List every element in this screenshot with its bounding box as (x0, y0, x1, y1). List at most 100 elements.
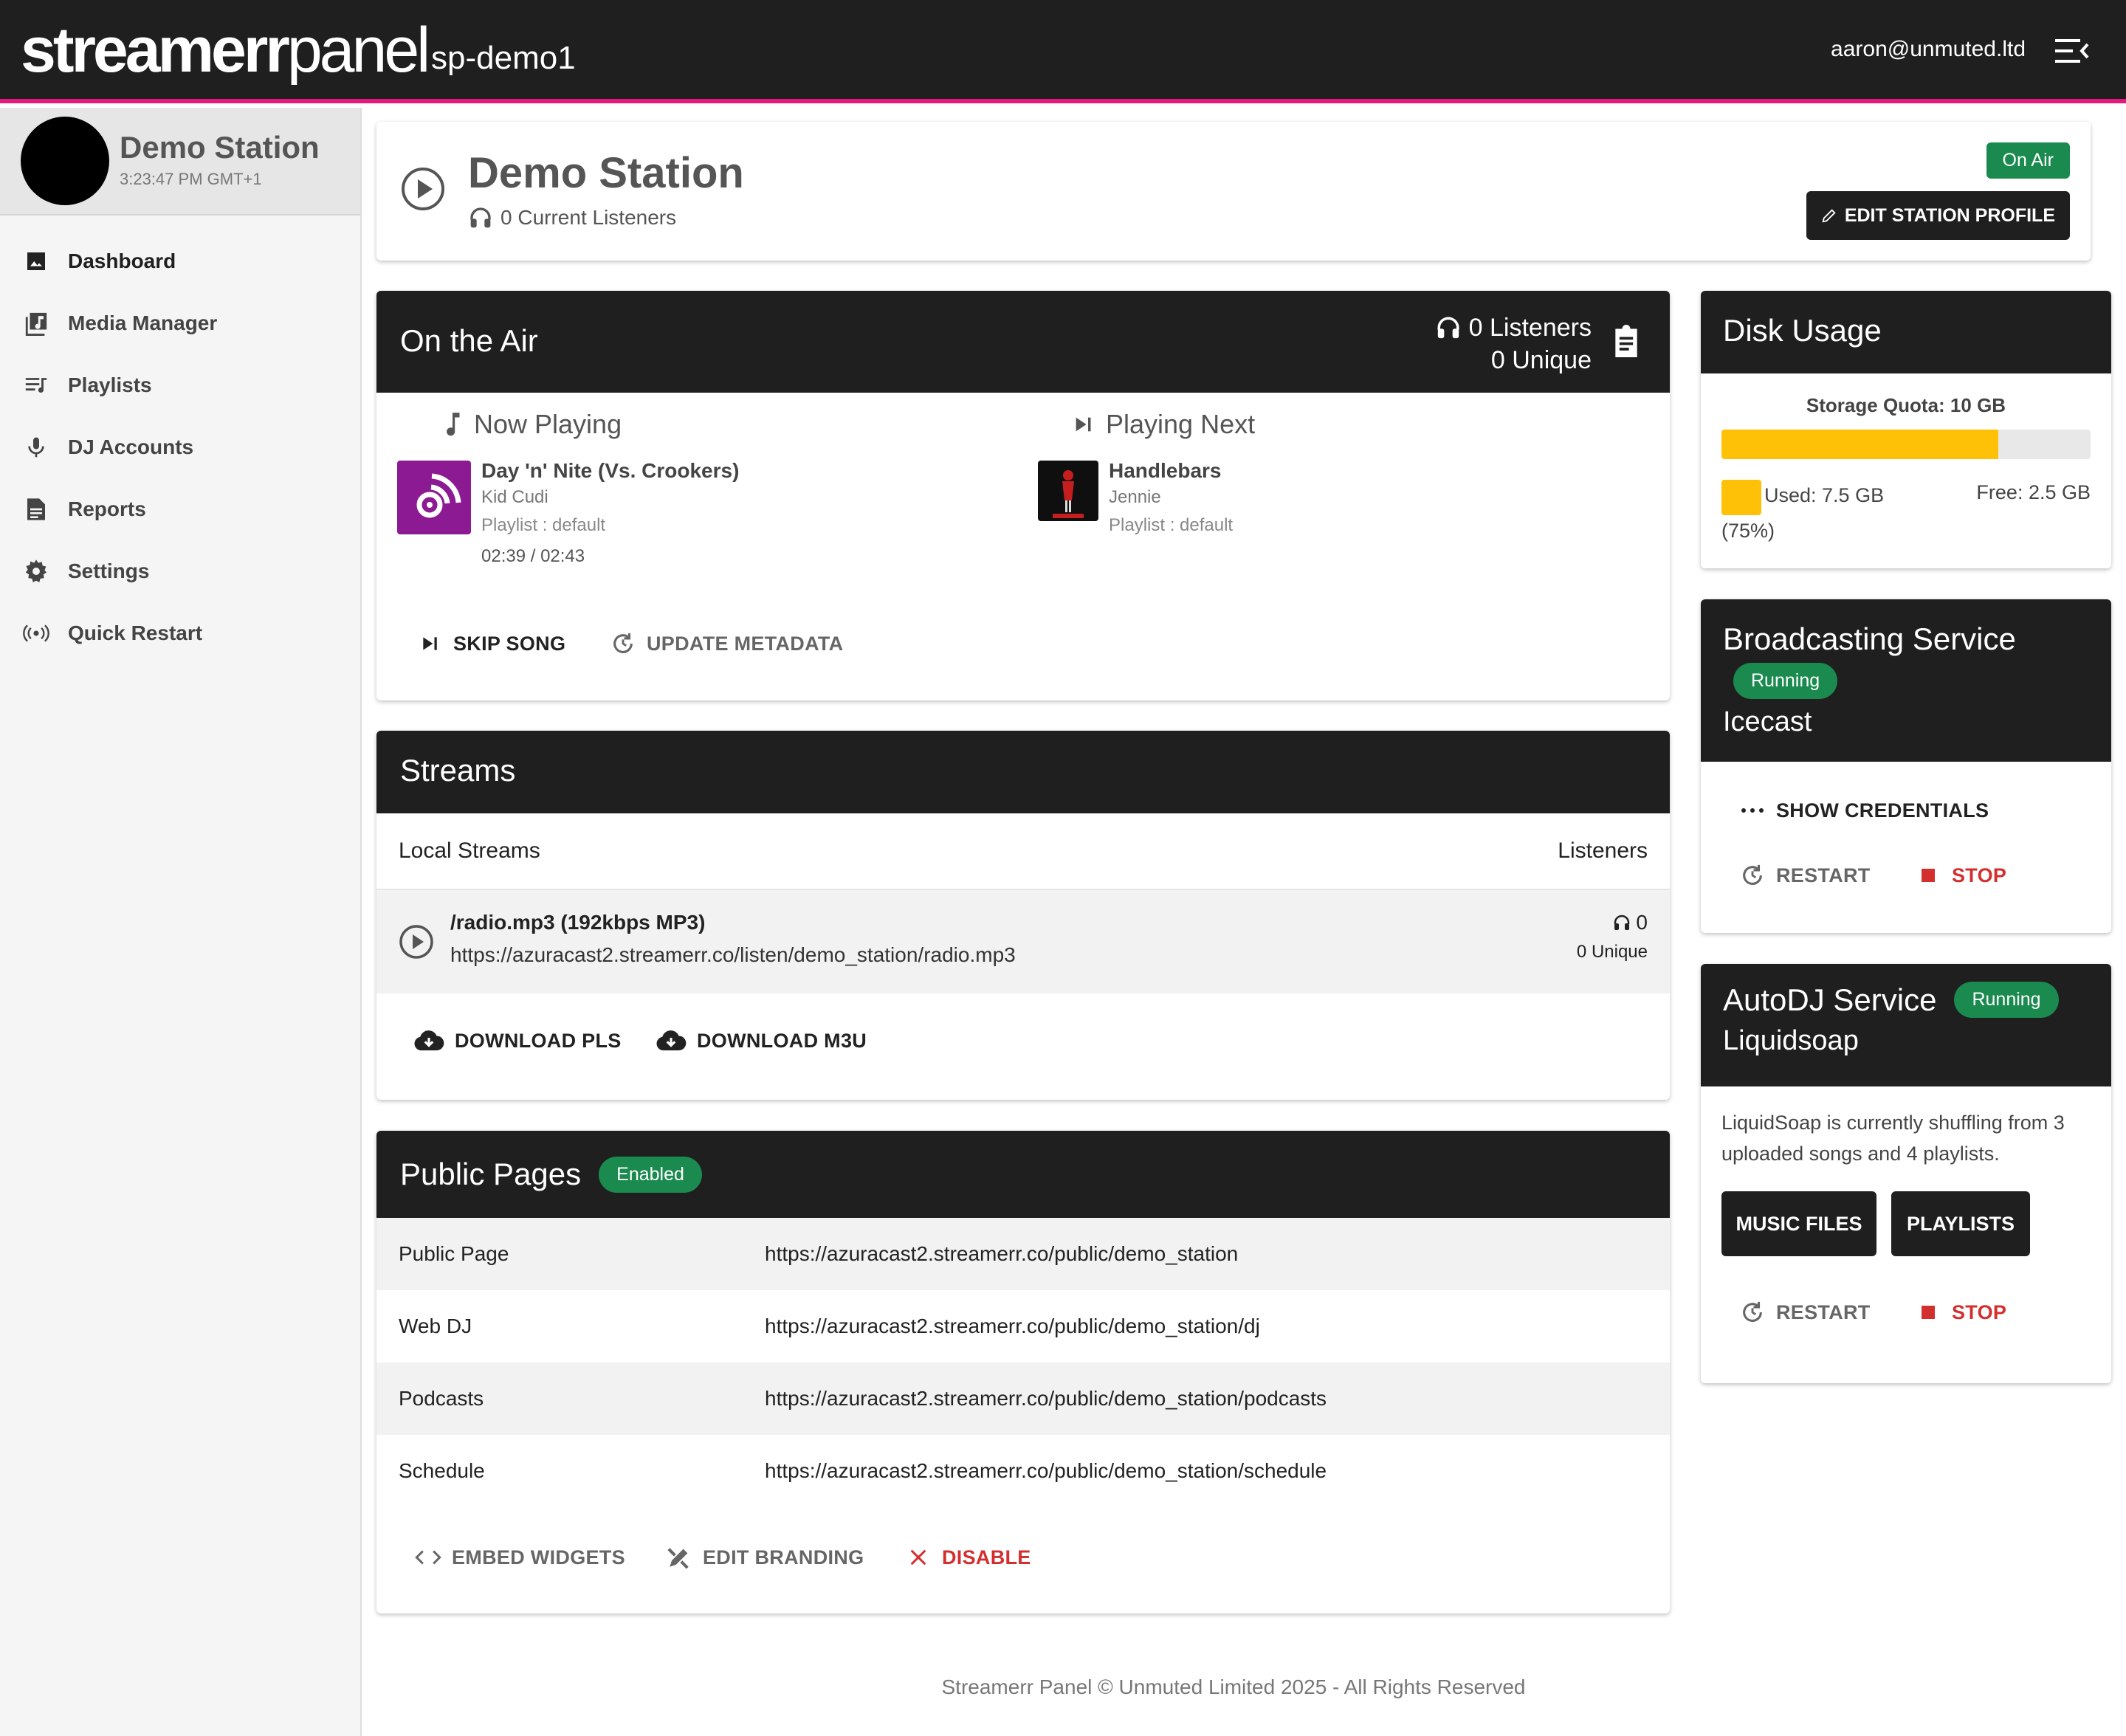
streams-subheader: Local Streams Listeners (376, 813, 1670, 890)
disk-usage-header: Disk Usage (1701, 291, 2111, 373)
on-air-badge: On Air (1986, 142, 2070, 179)
playlist-icon (22, 371, 50, 399)
download-m3u-label: DOWNLOAD M3U (697, 1029, 867, 1052)
broadcast-stop-button[interactable]: STOP (1915, 862, 2006, 889)
music-files-button[interactable]: MUSIC FILES (1721, 1191, 1876, 1256)
sidebar-item-label: Dashboard (68, 249, 176, 272)
edit-branding-button[interactable]: EDIT BRANDING (666, 1544, 864, 1571)
restart-label: RESTART (1776, 864, 1871, 886)
sidebar-item-label: Reports (68, 497, 146, 520)
cloud-download-icon (413, 1027, 444, 1054)
public-page-label: Public Page (399, 1242, 509, 1265)
brand-logo[interactable]: streamerrpanel (21, 13, 430, 87)
sidebar-item-quick-restart[interactable]: Quick Restart (0, 602, 360, 664)
playing-next-playlist: Playlist : default (1109, 515, 1234, 535)
broadcast-restart-button[interactable]: RESTART (1739, 862, 1871, 889)
play-icon[interactable] (399, 924, 434, 960)
schedule-url[interactable]: https://azuracast2.streamerr.co/public/d… (765, 1459, 1327, 1483)
sidebar-item-label: Settings (68, 559, 150, 582)
autodj-stop-button[interactable]: STOP (1915, 1299, 2006, 1326)
restart-icon (1739, 1299, 1766, 1326)
sidebar-item-dashboard[interactable]: Dashboard (0, 230, 360, 292)
free-storage: Free: 2.5 GB (1976, 481, 2091, 503)
broadcasting-service-card: Broadcasting Service Running Icecast SHO… (1701, 599, 2111, 933)
restart-label: RESTART (1776, 1301, 1871, 1323)
autodj-engine-name: Liquidsoap (1723, 1025, 1859, 1056)
download-pls-button[interactable]: DOWNLOAD PLS (413, 1027, 622, 1054)
sidebar-station-name: Demo Station (120, 130, 320, 165)
now-playing-album-art (397, 461, 471, 534)
playing-next-title: Handlebars (1109, 459, 1222, 482)
broadcast-server-name: Icecast (1723, 706, 1812, 737)
menu-collapse-icon[interactable] (2055, 37, 2089, 65)
now-playing-artist: Kid Cudi (481, 487, 548, 507)
now-playing-section: Now Playing (443, 409, 622, 440)
now-playing-info: Day 'n' Nite (Vs. Crookers) Kid Cudi Pla… (481, 459, 739, 567)
podcast-icon (416, 473, 461, 518)
status-badge: Enabled (599, 1156, 702, 1193)
download-pls-label: DOWNLOAD PLS (455, 1029, 622, 1052)
broadcast-icon (22, 619, 50, 647)
autodj-service-title: AutoDJ Service (1723, 982, 1937, 1017)
used-legend-swatch (1721, 480, 1761, 515)
podcasts-label: Podcasts (399, 1387, 484, 1410)
on-the-air-header: On the Air 0 Listeners 0 Unique (376, 291, 1670, 393)
music-note-icon (447, 413, 460, 436)
now-playing-label: Now Playing (443, 409, 622, 440)
current-listeners-text: 0 Current Listeners (500, 206, 677, 229)
play-icon[interactable] (400, 166, 446, 212)
instance-name: sp-demo1 (431, 40, 576, 76)
clipboard-icon[interactable] (1612, 325, 1640, 357)
disk-usage-bar-fill (1721, 430, 1998, 459)
user-email[interactable]: aaron@unmuted.ltd (1831, 37, 2026, 62)
autodj-service-header: AutoDJ Service Running Liquidsoap (1701, 964, 2111, 1086)
top-bar: streamerrpanel sp-demo1 aaron@unmuted.lt… (0, 0, 2126, 103)
headphones-icon (1437, 317, 1459, 339)
streams-title: Streams (400, 753, 516, 788)
download-m3u-button[interactable]: DOWNLOAD M3U (656, 1027, 867, 1054)
edit-station-profile-button[interactable]: EDIT STATION PROFILE (1806, 191, 2070, 240)
update-metadata-button[interactable]: UPDATE METADATA (610, 630, 843, 657)
playlists-button[interactable]: PLAYLISTS (1891, 1191, 2030, 1256)
sidebar-station-header: Demo Station 3:23:47 PM GMT+1 (0, 108, 360, 216)
public-page-url[interactable]: https://azuracast2.streamerr.co/public/d… (765, 1242, 1238, 1266)
stream-name: /radio.mp3 (192kbps MP3) (450, 911, 706, 934)
station-header-card: Demo Station 0 Current Listeners On Air … (376, 122, 2091, 261)
autodj-restart-button[interactable]: RESTART (1739, 1299, 1871, 1326)
image-icon (22, 247, 50, 275)
unique-listeners: 0 Unique (1490, 346, 1592, 374)
disable-public-pages-button[interactable]: DISABLE (905, 1544, 1031, 1571)
status-badge: Running (1954, 982, 2059, 1018)
sidebar-item-media-manager[interactable]: Media Manager (0, 292, 360, 354)
skip-song-label: SKIP SONG (453, 632, 566, 655)
embed-widgets-button[interactable]: EMBED WIDGETS (415, 1544, 625, 1571)
show-credentials-button[interactable]: SHOW CREDENTIALS (1739, 797, 1989, 824)
now-playing-playlist: Playlist : default (481, 515, 606, 535)
public-pages-title: Public Pages (400, 1157, 582, 1191)
playing-next-artist: Jennie (1109, 487, 1161, 507)
table-row: Podcasts https://azuracast2.streamerr.co… (376, 1363, 1670, 1435)
sidebar-item-reports[interactable]: Reports (0, 478, 360, 540)
autodj-description: LiquidSoap is currently shuffling from 3… (1721, 1112, 2065, 1165)
brand-name-light: panel (286, 15, 430, 86)
stream-listener-count: 0 0 Unique (1577, 911, 1648, 962)
update-metadata-label: UPDATE METADATA (647, 632, 844, 655)
on-the-air-card: On the Air 0 Listeners 0 Unique Now Play… (376, 291, 1670, 700)
podcasts-url[interactable]: https://azuracast2.streamerr.co/public/d… (765, 1387, 1327, 1410)
web-dj-url[interactable]: https://azuracast2.streamerr.co/public/d… (765, 1315, 1260, 1338)
broadcasting-service-header: Broadcasting Service Running Icecast (1701, 599, 2111, 762)
skip-song-button[interactable]: SKIP SONG (416, 630, 565, 657)
sidebar-nav: Dashboard Media Manager Playlists DJ Acc… (0, 230, 360, 664)
sidebar-item-playlists[interactable]: Playlists (0, 354, 360, 416)
footer: Streamerr Panel © Unmuted Limited 2025 -… (941, 1675, 1526, 1698)
brand-name-bold: streamerr (21, 15, 290, 86)
streams-header: Streams (376, 731, 1670, 813)
used-storage-percent: (75%) (1721, 520, 1775, 542)
show-credentials-label: SHOW CREDENTIALS (1776, 799, 1989, 822)
playing-next-info: Handlebars Jennie Playlist : default (1109, 459, 1233, 536)
table-row: Schedule https://azuracast2.streamerr.co… (376, 1435, 1670, 1507)
sidebar-item-settings[interactable]: Settings (0, 540, 360, 602)
sidebar-item-dj-accounts[interactable]: DJ Accounts (0, 416, 360, 478)
stream-url[interactable]: https://azuracast2.streamerr.co/listen/d… (450, 943, 1016, 967)
on-the-air-title: On the Air (400, 323, 538, 358)
